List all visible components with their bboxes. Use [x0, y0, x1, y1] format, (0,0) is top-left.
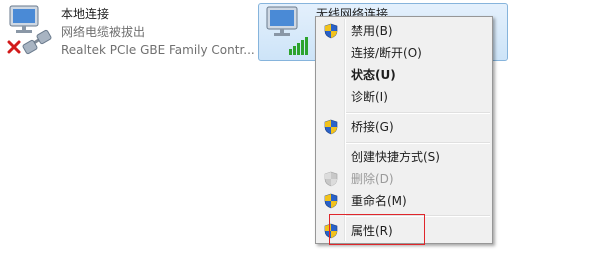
red-x-error-icon	[7, 40, 21, 54]
menu-item-label: 禁用(B)	[351, 24, 393, 38]
menu-item-label: 桥接(G)	[351, 120, 394, 134]
menu-item-bridge[interactable]: 桥接(G)	[316, 116, 492, 138]
menu-item-status[interactable]: 状态(U)	[316, 64, 492, 86]
local-connection-status: 网络电缆被拔出	[61, 25, 146, 39]
menu-separator	[346, 112, 490, 114]
uac-shield-icon	[324, 171, 338, 187]
wireless-adapter-icon	[266, 6, 308, 55]
menu-item-create-shortcut[interactable]: 创建快捷方式(S)	[316, 146, 492, 168]
menu-item-disable[interactable]: 禁用(B)	[316, 20, 492, 42]
local-connection-adapter: Realtek PCIe GBE Family Contr...	[61, 43, 255, 57]
menu-item-diagnose[interactable]: 诊断(I)	[316, 86, 492, 108]
local-connection-item[interactable]: 本地连接 网络电缆被拔出 Realtek PCIe GBE Family Con…	[0, 0, 255, 62]
menu-item-label: 诊断(I)	[351, 90, 388, 104]
menu-item-connect-disconnect[interactable]: 连接/断开(O)	[316, 42, 492, 64]
menu-item-label: 删除(D)	[351, 172, 394, 186]
uac-shield-icon	[324, 119, 338, 135]
local-connection-name: 本地连接	[61, 7, 110, 21]
uac-shield-icon	[324, 193, 338, 209]
menu-item-label: 重命名(M)	[351, 194, 407, 208]
menu-item-rename[interactable]: 重命名(M)	[316, 190, 492, 212]
menu-item-label: 状态(U)	[351, 68, 396, 82]
menu-separator	[346, 142, 490, 144]
menu-item-label: 创建快捷方式(S)	[351, 150, 440, 164]
uac-shield-icon	[324, 23, 338, 39]
menu-item-delete: 删除(D)	[316, 168, 492, 190]
context-menu: 禁用(B) 连接/断开(O) 状态(U) 诊断(I) 桥接(G) 创建快捷方式(…	[315, 16, 493, 244]
properties-highlight-box	[329, 214, 425, 245]
menu-item-label: 连接/断开(O)	[351, 46, 422, 60]
